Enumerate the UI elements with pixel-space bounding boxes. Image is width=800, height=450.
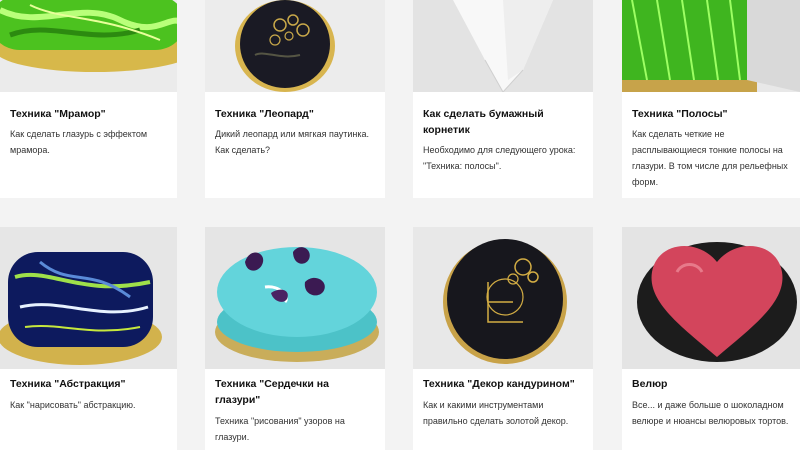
lesson-card-abstraction[interactable]: Техника "Абстракция" Как "нарисовать" аб… xyxy=(0,227,177,450)
lesson-card-leopard[interactable]: Техника "Леопард" Дикий леопард или мягк… xyxy=(205,0,385,198)
lesson-card-stripes[interactable]: Техника "Полосы" Как сделать четкие не р… xyxy=(622,0,800,198)
lesson-card-marble[interactable]: Техника "Мрамор" Как сделать глазурь с э… xyxy=(0,0,177,198)
abstraction-cake-image xyxy=(0,227,177,369)
card-description: Как сделать четкие не расплывающиеся тон… xyxy=(632,129,788,187)
lesson-card-paper-cornet[interactable]: Как сделать бумажный корнетик Необходимо… xyxy=(413,0,593,198)
card-title: Техника "Абстракция" xyxy=(10,378,126,390)
candurin-cake-image xyxy=(413,227,593,369)
card-description: Как и какими инструментами правильно сде… xyxy=(423,400,569,426)
card-title: Техника "Сердечки на глазури" xyxy=(215,378,329,406)
card-title: Техника "Леопард" xyxy=(215,108,314,120)
card-title: Велюр xyxy=(632,378,668,390)
card-description: Как "нарисовать" абстракцию. xyxy=(10,400,136,410)
card-title: Техника "Мрамор" xyxy=(10,108,106,120)
card-title: Техника "Декор кандурином" xyxy=(423,378,575,390)
card-description: Дикий леопард или мягкая паутинка. Как с… xyxy=(215,129,370,155)
velour-cake-image xyxy=(622,227,800,369)
lesson-card-velour[interactable]: Велюр Все... и даже больше о шоколадном … xyxy=(622,227,800,450)
lesson-card-hearts[interactable]: Техника "Сердечки на глазури" Техника "р… xyxy=(205,227,385,450)
card-description: Необходимо для следующего урока: "Техник… xyxy=(423,145,576,171)
leopard-cake-image xyxy=(205,0,385,92)
marble-cake-image xyxy=(0,0,177,92)
stripes-cake-image xyxy=(622,0,800,92)
card-description: Все... и даже больше о шоколадном велюре… xyxy=(632,400,789,426)
card-title: Как сделать бумажный корнетик xyxy=(423,108,544,136)
paper-cornet-image xyxy=(413,0,593,92)
card-title: Техника "Полосы" xyxy=(632,108,728,120)
lesson-card-candurin[interactable]: Техника "Декор кандурином" Как и какими … xyxy=(413,227,593,450)
card-description: Как сделать глазурь с эффектом мрамора. xyxy=(10,129,148,155)
card-description: Техника "рисования" узоров на глазури. xyxy=(215,416,345,442)
hearts-cake-image xyxy=(205,227,385,369)
